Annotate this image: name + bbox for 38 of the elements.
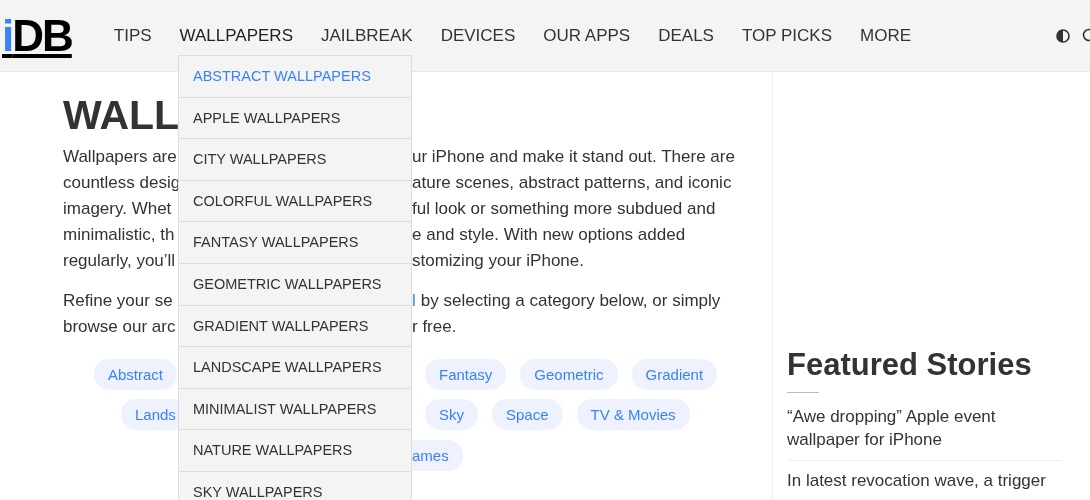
paragraph-text: browse our arc <box>63 316 177 338</box>
paragraph-text: ur iPhone and make it stand out. There are <box>412 146 736 168</box>
section-heading: Featured Stories <box>787 348 1033 383</box>
paragraph-text: regularly, you’ll <box>63 250 177 272</box>
page-heading: WALL <box>63 95 180 136</box>
text-link[interactable]: l <box>412 291 416 310</box>
menu-item[interactable]: NATURE WALLPAPERS <box>179 430 411 472</box>
paragraph-text: ful look or something more subdued and <box>412 198 717 220</box>
nav-link[interactable]: DEVICES <box>440 27 516 44</box>
story-link[interactable]: “Awe dropping” Apple event wallpaper for iPhone <box>787 405 1057 452</box>
paragraph-text: imagery. Whet <box>63 198 173 220</box>
menu-item[interactable]: FANTASY WALLPAPERS <box>179 222 411 264</box>
menu-item[interactable]: GRADIENT WALLPAPERS <box>179 305 411 348</box>
menu-item[interactable]: COLORFUL WALLPAPERS <box>179 180 411 223</box>
story-link[interactable]: In latest revocation wave, a trigger <box>787 469 1057 493</box>
nav-link[interactable]: JAILBREAK <box>320 27 413 44</box>
paragraph-text: by selecting a category below, or simply <box>420 291 721 310</box>
nav-link[interactable]: OUR APPS <box>543 27 631 44</box>
nav-link[interactable]: MORE <box>860 27 911 44</box>
paragraph-text: Wallpapers are <box>63 146 178 168</box>
paragraph-text: ature scenes, abstract patterns, and iconic <box>412 172 733 194</box>
menu-item[interactable]: SKY WALLPAPERS <box>179 471 411 500</box>
menu-item[interactable]: GEOMETRIC WALLPAPERS <box>179 263 411 306</box>
nav-link[interactable]: WALLPAPERS <box>179 27 293 44</box>
paragraph-text: minimalistic, th <box>63 224 176 246</box>
paragraph-text: r free. <box>412 317 457 336</box>
menu-item[interactable]: APPLE WALLPAPERS <box>179 97 411 140</box>
nav-link[interactable]: TIPS <box>113 27 152 44</box>
menu-item[interactable]: CITY WALLPAPERS <box>179 139 411 181</box>
paragraph-text: stomizing your iPhone. <box>412 250 585 272</box>
menu-item[interactable]: MINIMALIST WALLPAPERS <box>179 388 411 431</box>
nav-link[interactable]: DEALS <box>658 27 714 44</box>
menu-item[interactable]: LANDSCAPE WALLPAPERS <box>179 347 411 389</box>
site-logo[interactable]: iDB <box>2 13 72 58</box>
contrast-icon[interactable] <box>1056 28 1070 43</box>
paragraph-text: Refine your se <box>63 290 174 312</box>
paragraph-text: e and style. With new options added <box>412 224 687 246</box>
nav-link[interactable]: TOP PICKS <box>741 27 832 44</box>
